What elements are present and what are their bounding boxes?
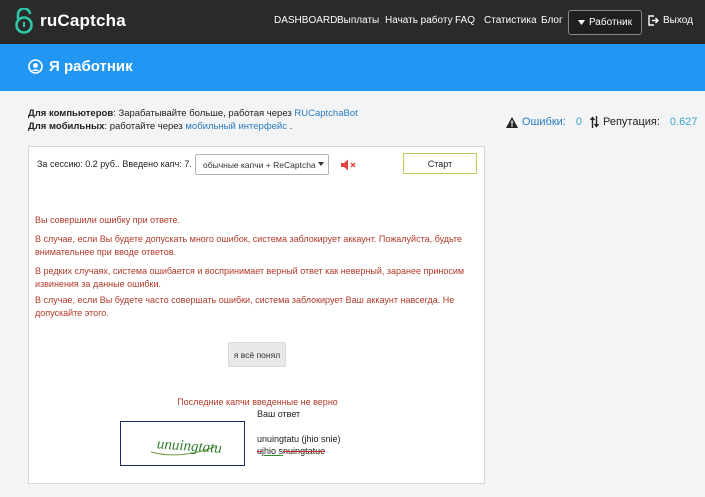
info-computers-label: Для компьютеров: [28, 108, 114, 119]
nav-faq[interactable]: FAQ: [455, 15, 475, 26]
worker-dropdown-button[interactable]: Работник: [568, 10, 642, 35]
your-answer-label: Ваш ответ: [257, 409, 301, 419]
sign-out-icon: [648, 15, 659, 26]
captcha-image: unuingtatu: [120, 421, 245, 466]
info-mobile: Для мобильных: работайте через мобильный…: [28, 121, 292, 132]
unlock-icon: [15, 8, 33, 34]
nav-statistics[interactable]: Статистика: [484, 15, 537, 26]
info-mobile-text: : работайте через: [104, 121, 186, 132]
error-message-1: Вы совершили ошибку при ответе.: [35, 215, 180, 225]
captcha-answer-diff: ujhio snuingtatue: [257, 446, 325, 456]
nav-start-work[interactable]: Начать работу: [385, 15, 453, 26]
nav-blog[interactable]: Блог: [541, 15, 563, 26]
error-message-2: В случае, если Вы будете допускать много…: [35, 234, 463, 257]
captcha-type-select[interactable]: обычные капчи + ReCaptcha: [195, 154, 329, 175]
rucaptchabot-link[interactable]: RUCaptchaBot: [294, 108, 357, 119]
info-computers: Для компьютеров: Зарабатывайте больше, р…: [28, 108, 358, 119]
top-navbar: ruCaptcha DASHBOARD Выплаты Начать работ…: [0, 0, 705, 44]
support-icon: [28, 59, 43, 74]
page-title: Я работник: [28, 58, 133, 75]
sort-arrows-icon: [590, 116, 599, 128]
logo[interactable]: ruCaptcha: [14, 8, 126, 34]
error-message-4: В случае, если Вы будете часто совершать…: [35, 295, 455, 318]
worker-button-label: Работник: [588, 17, 633, 28]
captcha-image-drawing: unuingtatu: [150, 436, 222, 457]
acknowledge-button[interactable]: я всё понял: [228, 342, 286, 367]
nav-payouts[interactable]: Выплаты: [337, 15, 379, 26]
captcha-image-text: unuingtatu: [156, 436, 222, 456]
nav-dashboard[interactable]: DASHBOARD: [274, 15, 337, 26]
diff-added-1: jhio: [262, 446, 277, 456]
error-message-3: В редких случаях, система ошибается и во…: [35, 266, 465, 289]
page-title-text: Я работник: [49, 58, 133, 75]
info-mobile-label: Для мобильных: [28, 121, 105, 132]
errors-value: 0: [575, 116, 582, 128]
info-mobile-tail: .: [286, 121, 293, 132]
last-wrong-captchas-title: Последние капчи введенные не верно: [177, 397, 338, 407]
captcha-answer-correct: unuingtatu (jhio snie): [257, 434, 341, 444]
info-computers-text: : Зарабатывайте больше, работая через: [113, 108, 295, 119]
chevron-down-icon: [318, 162, 324, 166]
sound-muted-icon[interactable]: [341, 159, 357, 171]
errors-stat: Ошибки: 0: [506, 116, 582, 128]
warning-icon: [506, 116, 518, 128]
mobile-interface-link[interactable]: мобильный интерфейс: [185, 121, 287, 132]
session-info: За сессию: 0.2 руб.. Введено капч: 7.: [37, 159, 192, 169]
diff-removed-2: nuingtatue: [283, 446, 326, 456]
reputation-value: 0.627: [669, 116, 698, 128]
errors-label: Ошибки:: [522, 116, 566, 128]
captcha-type-value: обычные капчи + ReCaptcha: [203, 159, 316, 170]
start-button[interactable]: Старт: [403, 153, 477, 174]
caret-down-icon: [577, 20, 585, 25]
page-banner: Я работник: [0, 44, 705, 91]
exit-link[interactable]: Выход: [648, 15, 693, 26]
exit-label: Выход: [663, 15, 693, 26]
reputation-label: Репутация:: [603, 116, 660, 128]
logo-text: ruCaptcha: [40, 11, 126, 30]
reputation-stat: Репутация: 0.627: [590, 116, 697, 128]
diff-added-2: s: [276, 446, 284, 456]
work-panel: За сессию: 0.2 руб.. Введено капч: 7. об…: [28, 146, 485, 484]
